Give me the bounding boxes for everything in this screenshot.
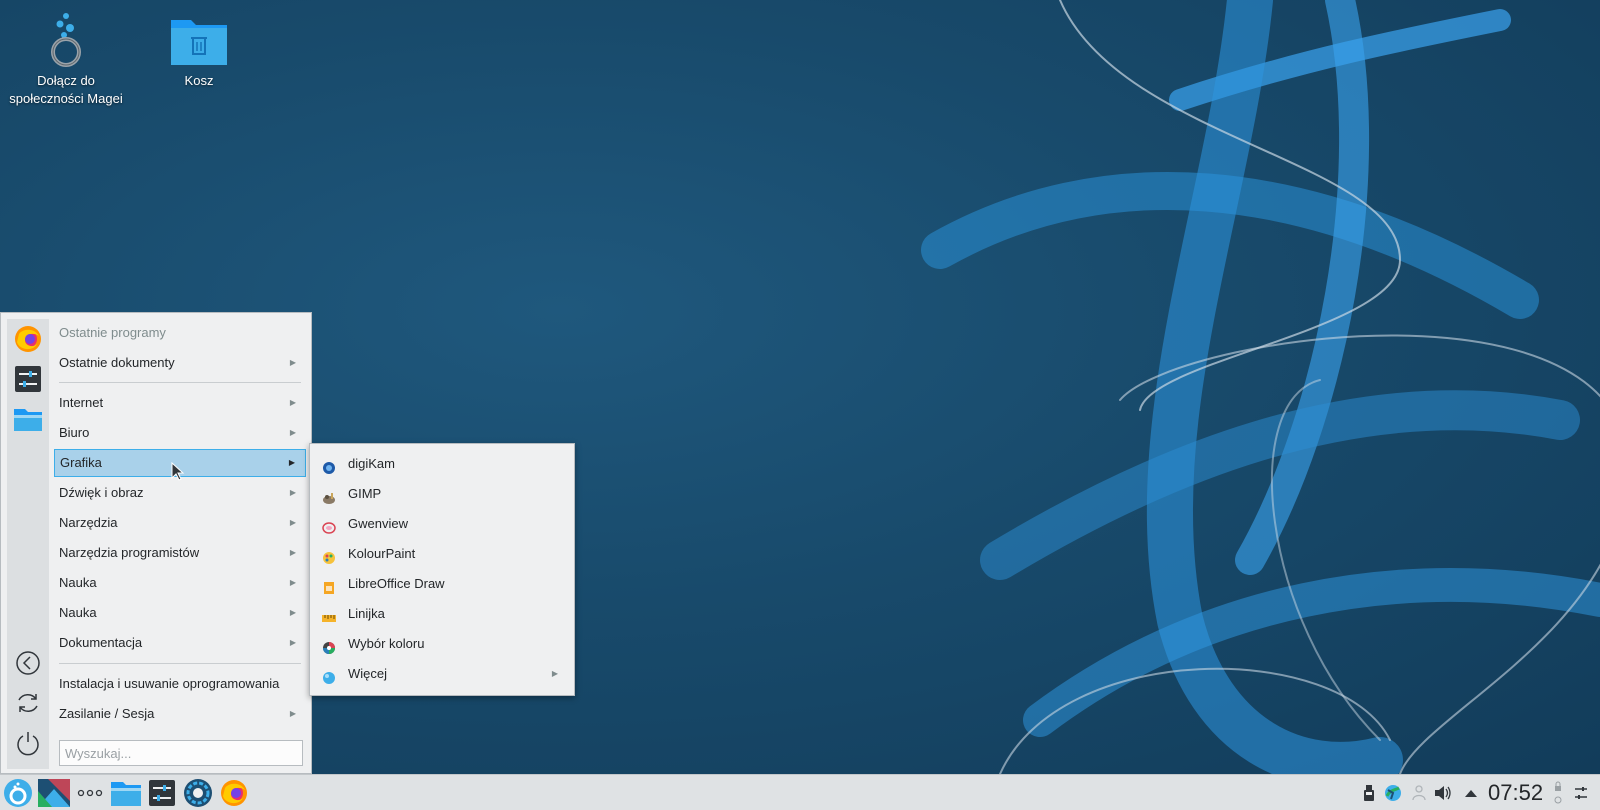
libreoffice-draw-icon [322,577,336,594]
submenu-item-label: LibreOffice Draw [348,576,445,591]
control-center-icon[interactable] [182,777,214,809]
update-notifier-icon[interactable] [1384,784,1402,802]
submenu-item-digikam[interactable]: digiKam [316,450,568,478]
menu-item-install-software[interactable]: Instalacja i usuwanie oprogramowania [54,670,306,698]
mouse-cursor-icon [171,461,185,485]
usb-device-icon[interactable] [1360,784,1378,802]
submenu-item-gimp[interactable]: GIMP [316,480,568,508]
menu-item-office[interactable]: Biuro ▶ [54,419,306,447]
submenu-arrow-icon: ▶ [289,548,296,557]
power-icon[interactable] [12,727,44,759]
menu-item-science[interactable]: Nauka ▶ [54,569,306,597]
menu-item-label: Narzędzia programistów [59,545,200,560]
settings-icon[interactable] [12,363,44,395]
menu-item-label: Dźwięk i obraz [59,485,144,500]
submenu-item-label: Więcej [348,666,388,681]
settings-icon[interactable] [146,777,178,809]
menu-item-label: Narzędzia [59,515,118,530]
firefox-icon[interactable] [218,777,250,809]
submenu-item-gwenview[interactable]: Gwenview [316,510,568,538]
menu-item-documentation[interactable]: Dokumentacja ▶ [54,629,306,657]
menu-item-label: Internet [59,395,104,410]
submenu-arrow-icon: ▶ [289,488,296,497]
application-menu: Ostatnie programy Ostatnie dokumenty ▶ In… [0,312,312,774]
submenu-item-label: KolourPaint [348,546,416,561]
desktop-icon-trash[interactable]: Kosz [139,0,259,90]
gwenview-icon [322,517,336,534]
gimp-icon [322,487,336,504]
menu-item-label: Ostatnie dokumenty [59,355,175,370]
mageia-community-icon [36,8,96,68]
application-launcher-icon[interactable] [2,777,34,809]
digikam-icon [322,457,336,474]
volume-icon[interactable] [1434,784,1452,802]
submenu-arrow-icon: ▶ [551,669,558,678]
clock[interactable]: 07:52 [1488,779,1543,807]
restart-icon[interactable] [12,687,44,719]
taskbar: 07:52 [0,774,1600,810]
menu-separator [59,382,301,383]
submenu-arrow-icon: ▶ [289,428,296,437]
desktop-icon-mageia-community[interactable]: Dołącz do społeczności Magei [6,0,126,108]
color-picker-icon [322,637,336,654]
favorites-strip [7,319,49,769]
menu-item-tools[interactable]: Narzędzia ▶ [54,509,306,537]
kolourpaint-icon [322,547,336,564]
tray-expand-icon[interactable] [1462,784,1480,802]
lock-screen-icon[interactable] [1553,781,1563,805]
menu-item-power-session[interactable]: Zasilanie / Sesja ▶ [54,700,306,728]
submenu-item-kolourpaint[interactable]: KolourPaint [316,540,568,568]
menu-item-developer-tools[interactable]: Narzędzia programistów ▶ [54,539,306,567]
more-icon [322,667,336,684]
network-disconnected-icon[interactable] [1410,784,1428,802]
menu-item-label: Grafika [60,455,102,470]
firefox-icon[interactable] [12,323,44,355]
submenu-item-label: Wybór koloru [348,636,425,651]
submenu-item-color-picker[interactable]: Wybór koloru [316,630,568,658]
menu-item-science-2[interactable]: Nauka ▶ [54,599,306,627]
submenu-arrow-icon: ▶ [289,518,296,527]
menu-item-label: Zasilanie / Sesja [59,706,155,721]
menu-item-label: Nauka [59,575,97,590]
more-apps-icon[interactable] [74,777,106,809]
menu-item-label: Instalacja i usuwanie oprogramowania [59,676,280,691]
submenu-item-label: Linijka [348,606,385,621]
submenu-item-label: GIMP [348,486,382,501]
panel-settings-icon[interactable] [1572,784,1590,802]
menu-item-recent-documents[interactable]: Ostatnie dokumenty ▶ [54,349,306,377]
menu-item-internet[interactable]: Internet ▶ [54,389,306,417]
back-icon[interactable] [12,647,44,679]
desktop-icon-label: Dołącz do społeczności Magei [9,73,123,106]
file-manager-icon[interactable] [110,777,142,809]
submenu-item-label: Gwenview [348,516,408,531]
submenu-arrow-icon: ▶ [289,578,296,587]
submenu-arrow-icon: ▶ [289,709,296,718]
submenu-item-label: digiKam [348,456,395,471]
submenu-arrow-icon: ▶ [289,358,296,367]
menu-item-label: Biuro [59,425,90,440]
pager-icon[interactable] [38,777,70,809]
menu-item-label: Dokumentacja [59,635,143,650]
menu-item-label: Nauka [59,605,97,620]
search-input[interactable] [59,740,303,766]
submenu-item-libreoffice-draw[interactable]: LibreOffice Draw [316,570,568,598]
submenu-arrow-icon: ▶ [289,608,296,617]
submenu-arrow-icon: ▶ [289,638,296,647]
menu-item-label: Ostatnie programy [59,325,166,340]
submenu-arrow-icon: ▶ [288,458,295,467]
graphics-submenu: digiKam GIMP Gwenview KolourPaint LibreO… [309,443,575,696]
submenu-item-ruler[interactable]: Linijka [316,600,568,628]
file-manager-icon[interactable] [12,403,44,435]
ruler-icon [322,607,336,622]
desktop-icon-label: Kosz [184,73,214,88]
submenu-arrow-icon: ▶ [289,398,296,407]
menu-item-recent-programs: Ostatnie programy [54,319,306,347]
submenu-item-more[interactable]: Więcej ▶ [316,660,568,688]
menu-separator [59,663,301,664]
trash-folder-icon [169,8,229,68]
